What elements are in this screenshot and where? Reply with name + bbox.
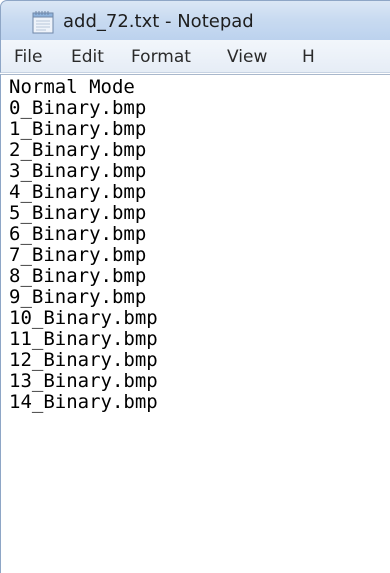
text-line: 7_Binary.bmp	[9, 244, 147, 266]
menu-bar: File Edit Format View H	[0, 40, 390, 73]
menu-edit[interactable]: Edit	[71, 47, 104, 67]
text-line: 9_Binary.bmp	[9, 286, 147, 308]
text-line: 6_Binary.bmp	[9, 223, 147, 245]
text-line: 12_Binary.bmp	[9, 349, 158, 371]
menu-format[interactable]: Format	[131, 47, 191, 67]
text-line: 4_Binary.bmp	[9, 181, 147, 203]
window-title: add_72.txt - Notepad	[63, 11, 254, 32]
text-line: 1_Binary.bmp	[9, 118, 147, 140]
text-line: 8_Binary.bmp	[9, 265, 147, 287]
text-editor[interactable]: Normal Mode 0_Binary.bmp 1_Binary.bmp 2_…	[0, 74, 390, 573]
text-line: 5_Binary.bmp	[9, 202, 147, 224]
text-line: 0_Binary.bmp	[9, 97, 147, 119]
text-line: 3_Binary.bmp	[9, 160, 147, 182]
text-line: 2_Binary.bmp	[9, 139, 147, 161]
menu-file[interactable]: File	[14, 47, 42, 67]
menu-view[interactable]: View	[227, 47, 267, 67]
text-line: Normal Mode	[9, 76, 135, 98]
text-line: 13_Binary.bmp	[9, 370, 158, 392]
text-line: 11_Binary.bmp	[9, 328, 158, 350]
notepad-icon[interactable]	[32, 10, 54, 34]
text-line: 10_Binary.bmp	[9, 307, 158, 329]
text-line: 14_Binary.bmp	[9, 391, 158, 413]
menu-help[interactable]: H	[302, 47, 315, 67]
notepad-window: add_72.txt - Notepad File Edit Format Vi…	[0, 0, 390, 573]
title-bar[interactable]: add_72.txt - Notepad	[0, 0, 390, 40]
